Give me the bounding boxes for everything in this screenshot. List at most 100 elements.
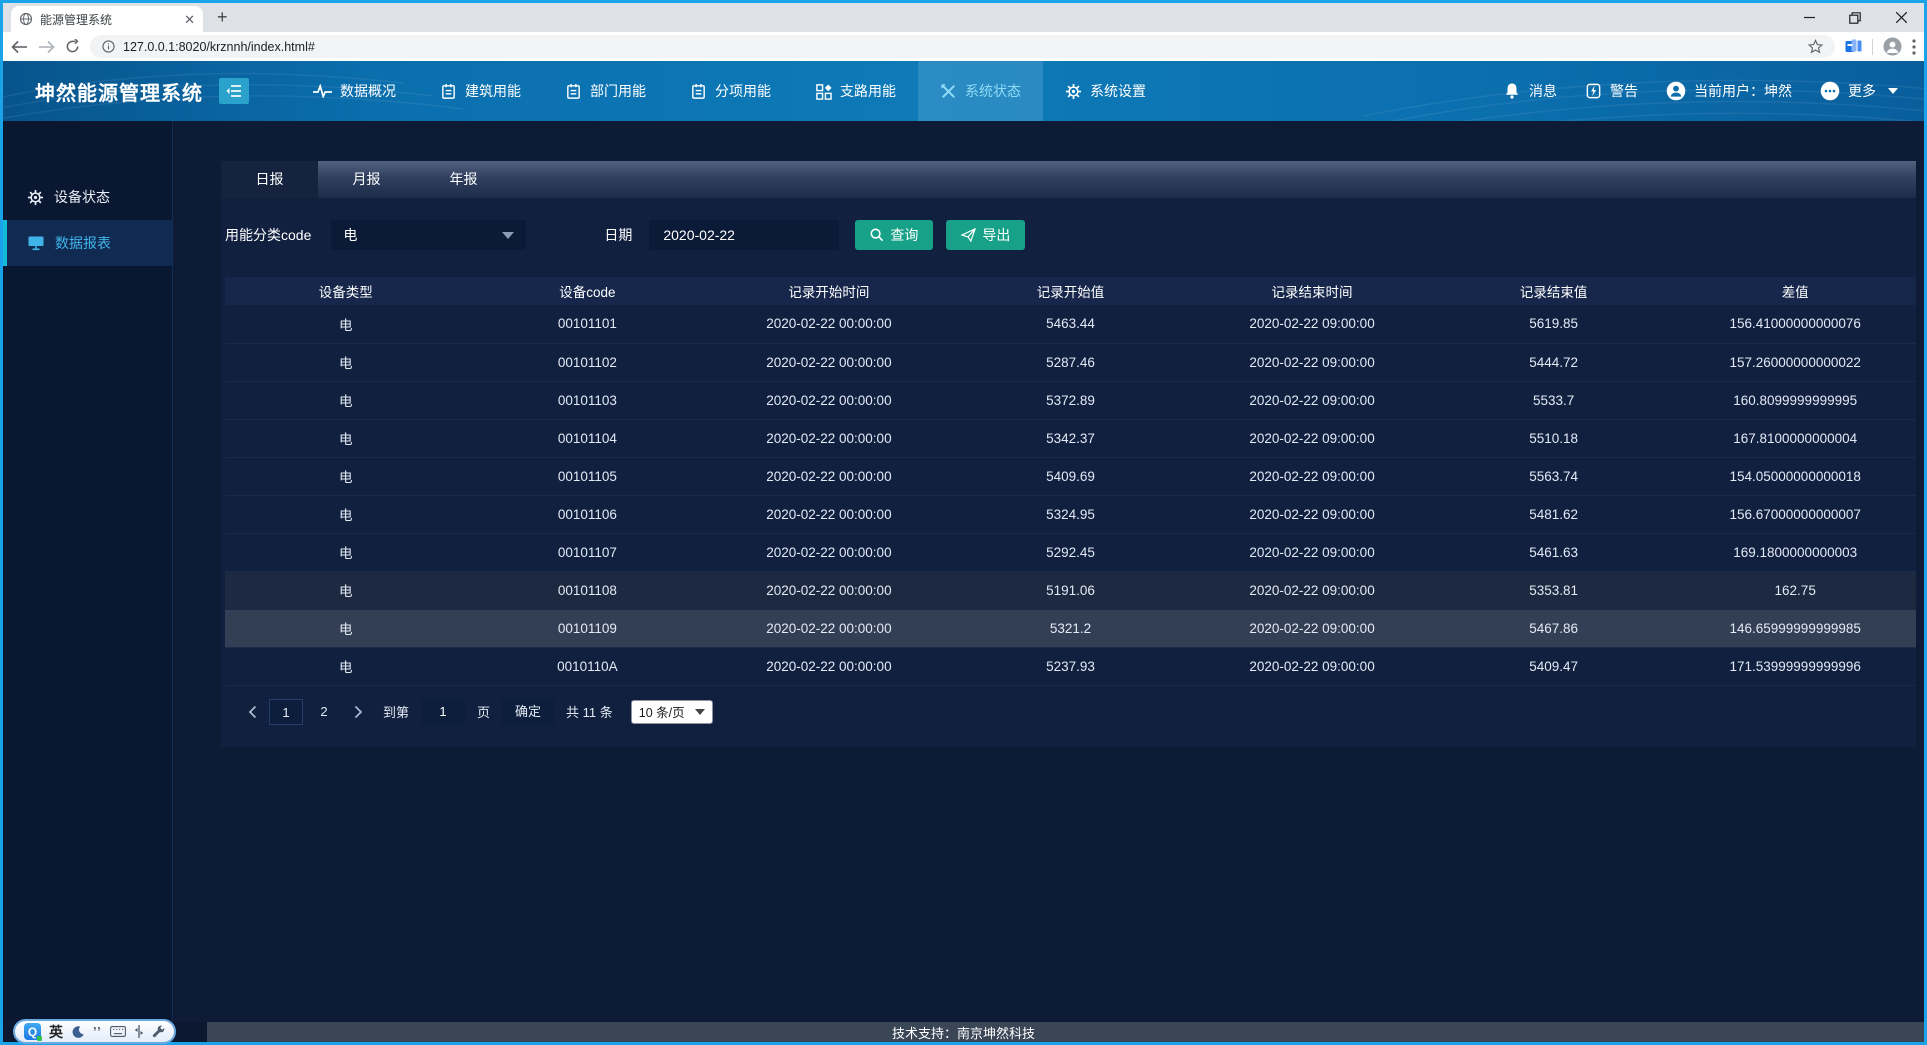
minimize-button[interactable] <box>1786 3 1832 32</box>
tab-yearly-report[interactable]: 年报 <box>415 161 512 198</box>
prev-page-icon[interactable] <box>239 699 265 725</box>
nav-item-system-settings[interactable]: 系统设置 <box>1043 61 1168 121</box>
messages-button[interactable]: 消息 <box>1503 81 1557 101</box>
app-logo: 坤然能源管理系统 <box>35 77 203 106</box>
toolbar-divider <box>1872 39 1873 55</box>
split-word-icon[interactable] <box>134 1025 144 1038</box>
table-row[interactable]: 电 00101109 2020-02-22 00:00:00 5321.2 20… <box>225 609 1916 647</box>
nav-item-branch-energy[interactable]: 支路用能 <box>793 61 918 121</box>
bookmark-star-icon[interactable] <box>1808 39 1823 54</box>
tab-daily-report[interactable]: 日报 <box>221 161 318 198</box>
export-button[interactable]: 导出 <box>946 220 1025 250</box>
table-row[interactable]: 电 00101101 2020-02-22 00:00:00 5463.44 2… <box>225 305 1916 343</box>
table-cell: 5409.47 <box>1433 647 1675 685</box>
table-cell: 电 <box>225 647 467 685</box>
browser-tab[interactable]: 能源管理系统 ✕ <box>11 6 203 32</box>
table-cell: 5372.89 <box>950 381 1192 419</box>
table-cell: 电 <box>225 609 467 647</box>
page-number-2[interactable]: 2 <box>307 699 341 725</box>
table-cell: 2020-02-22 00:00:00 <box>708 419 950 457</box>
tab-monthly-report[interactable]: 月报 <box>318 161 415 198</box>
table-cell: 2020-02-22 09:00:00 <box>1191 419 1433 457</box>
moon-mode-icon[interactable] <box>71 1025 85 1039</box>
report-icon <box>565 83 582 100</box>
query-button[interactable]: 查询 <box>855 220 933 250</box>
ime-toolbar[interactable]: Q 英 ’’ <box>13 1019 176 1044</box>
date-input[interactable]: 2020-02-22 <box>649 220 839 250</box>
sidebar-item-device-status[interactable]: 设备状态 <box>3 174 172 220</box>
category-select[interactable]: 电 <box>331 220 526 250</box>
table-row[interactable]: 电 00101104 2020-02-22 00:00:00 5342.37 2… <box>225 419 1916 457</box>
ime-settings-wrench-icon[interactable] <box>152 1025 165 1038</box>
date-label: 日期 <box>604 225 632 245</box>
column-header: 设备code <box>467 277 709 305</box>
table-row[interactable]: 电 0010110A 2020-02-22 00:00:00 5237.93 2… <box>225 647 1916 685</box>
close-button[interactable] <box>1878 3 1924 32</box>
next-page-icon[interactable] <box>345 699 371 725</box>
browser-tabstrip: 能源管理系统 ✕ + <box>3 3 1924 32</box>
tab-close-icon[interactable]: ✕ <box>184 13 195 26</box>
table-row[interactable]: 电 00101103 2020-02-22 00:00:00 5372.89 2… <box>225 381 1916 419</box>
goto-page-input[interactable]: 1 <box>421 699 465 725</box>
extension-icon[interactable] <box>1845 39 1862 54</box>
nav-item-system-status[interactable]: 系统状态 <box>918 61 1043 121</box>
search-icon <box>870 228 884 242</box>
current-user[interactable]: 当前用户：坤然 <box>1666 81 1792 101</box>
chevron-down-icon <box>1888 88 1898 94</box>
goto-confirm-button[interactable]: 确定 <box>502 699 554 725</box>
page-unit-label: 页 <box>477 702 490 721</box>
user-avatar-icon <box>1666 81 1686 101</box>
table-row[interactable]: 电 00101102 2020-02-22 00:00:00 5287.46 2… <box>225 343 1916 381</box>
ime-app-icon[interactable]: Q <box>24 1023 41 1040</box>
table-cell: 157.26000000000022 <box>1674 343 1916 381</box>
table-cell: 5533.7 <box>1433 381 1675 419</box>
page-size-select[interactable]: 10 条/页 <box>631 700 713 724</box>
url-text[interactable]: 127.0.0.1:8020/krznnh/index.html# <box>123 40 1800 54</box>
nav-item-data-overview[interactable]: 数据概况 <box>291 61 418 121</box>
browser-menu-icon[interactable] <box>1912 39 1916 55</box>
sidebar-item-data-report[interactable]: 数据报表 <box>3 220 172 266</box>
table-cell: 5619.85 <box>1433 305 1675 343</box>
nav-item-category-energy[interactable]: 分项用能 <box>668 61 793 121</box>
punctuation-icon[interactable]: ’’ <box>93 1024 102 1039</box>
new-tab-button[interactable]: + <box>217 7 228 28</box>
column-header: 记录开始值 <box>950 277 1192 305</box>
report-table: 设备类型 设备code 记录开始时间 记录开始值 记录结束时间 记录结束值 差值 <box>225 277 1916 686</box>
restore-button[interactable] <box>1832 3 1878 32</box>
forward-button[interactable] <box>38 40 55 54</box>
table-cell: 2020-02-22 00:00:00 <box>708 381 950 419</box>
nav-item-building-energy[interactable]: 建筑用能 <box>418 61 543 121</box>
more-menu-button[interactable]: 更多 <box>1820 81 1898 101</box>
table-cell: 5191.06 <box>950 571 1192 609</box>
table-row[interactable]: 电 00101108 2020-02-22 00:00:00 5191.06 2… <box>225 571 1916 609</box>
table-cell: 171.53999999999996 <box>1674 647 1916 685</box>
back-button[interactable] <box>11 40 28 54</box>
page-number-1[interactable]: 1 <box>269 699 303 725</box>
table-cell: 电 <box>225 419 467 457</box>
table-row[interactable]: 电 00101106 2020-02-22 00:00:00 5324.95 2… <box>225 495 1916 533</box>
table-row[interactable]: 电 00101105 2020-02-22 00:00:00 5409.69 2… <box>225 457 1916 495</box>
table-cell: 5461.63 <box>1433 533 1675 571</box>
table-cell: 00101102 <box>467 343 709 381</box>
table-cell: 2020-02-22 00:00:00 <box>708 457 950 495</box>
table-cell: 电 <box>225 457 467 495</box>
page-info-icon[interactable] <box>102 40 115 53</box>
table-cell: 5563.74 <box>1433 457 1675 495</box>
table-header: 设备类型 设备code 记录开始时间 记录开始值 记录结束时间 记录结束值 差值 <box>225 277 1916 305</box>
column-header: 设备类型 <box>225 277 467 305</box>
alerts-button[interactable]: 警告 <box>1585 81 1638 101</box>
collapse-sidebar-button[interactable] <box>219 78 249 104</box>
ime-language-toggle[interactable]: 英 <box>49 1022 63 1042</box>
table-cell: 167.8100000000004 <box>1674 419 1916 457</box>
soft-keyboard-icon[interactable] <box>110 1026 126 1037</box>
chevron-down-icon <box>502 232 514 239</box>
table-row[interactable]: 电 00101107 2020-02-22 00:00:00 5292.45 2… <box>225 533 1916 571</box>
pagination: 1 2 到第 1 页 确定 共 11 条 10 条/页 <box>225 699 1916 725</box>
table-cell: 5287.46 <box>950 343 1192 381</box>
main-nav: 数据概况 建筑用能 部门用能 分项用能 支路用能 系统状态 <box>291 61 1168 121</box>
address-bar[interactable]: 127.0.0.1:8020/krznnh/index.html# <box>90 35 1835 58</box>
nav-item-department-energy[interactable]: 部门用能 <box>543 61 668 121</box>
filter-row: 用能分类code 电 日期 2020-02-22 查询 <box>225 220 1916 250</box>
refresh-button[interactable] <box>65 39 80 54</box>
profile-avatar[interactable] <box>1883 37 1902 56</box>
